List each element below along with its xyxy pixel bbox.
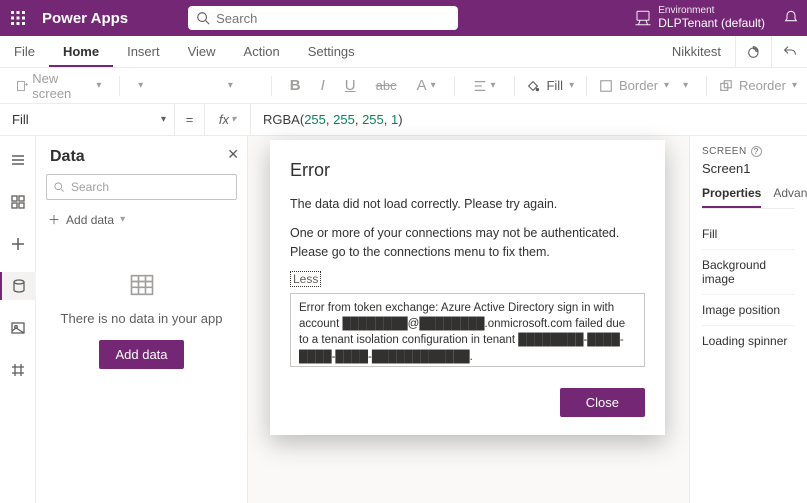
- equals-sign: =: [175, 104, 205, 135]
- data-search-placeholder: Search: [71, 180, 109, 194]
- media-pane-icon[interactable]: [0, 314, 36, 342]
- app-name: Power Apps: [42, 10, 128, 27]
- add-data-label: Add data: [66, 213, 114, 227]
- strikethrough-button[interactable]: abc: [370, 76, 403, 95]
- property-name: Fill: [12, 112, 29, 127]
- reorder-button[interactable]: Reorder ▾: [719, 78, 797, 93]
- table-icon: [46, 271, 237, 299]
- add-data-link[interactable]: ＋ Add data ▾: [46, 208, 237, 231]
- bold-button[interactable]: B: [284, 75, 307, 96]
- environment-icon: [634, 9, 652, 27]
- prop-fill[interactable]: Fill: [702, 219, 795, 250]
- formula-input[interactable]: RGBA(255, 255, 255, 1): [251, 112, 403, 128]
- prop-background-image[interactable]: Background image: [702, 250, 795, 295]
- chevron-down-icon: ▾: [120, 214, 125, 225]
- screen-name[interactable]: Screen1: [702, 161, 795, 176]
- data-search[interactable]: Search: [46, 174, 237, 200]
- chevron-down-icon: ▾: [161, 114, 166, 125]
- reorder-label: Reorder: [739, 78, 786, 93]
- data-panel-title: Data: [50, 148, 237, 166]
- fx-button[interactable]: fx ▾: [205, 104, 251, 135]
- app-launcher-icon[interactable]: [0, 0, 36, 36]
- fx-label: fx: [219, 112, 229, 127]
- underline-button[interactable]: U: [339, 75, 362, 96]
- title-bar: Power Apps Environment DLPTenant (defaul…: [0, 0, 807, 36]
- ribbon: New screen ▾ ▾ ▾ B I U abc A▾ ▾ Fill ▾ B…: [0, 68, 807, 104]
- environment-name: DLPTenant (default): [658, 16, 765, 30]
- border-button[interactable]: Border ▾: [599, 78, 669, 93]
- environment-picker[interactable]: Environment DLPTenant (default): [624, 6, 775, 30]
- tab-advanced[interactable]: Advanced: [773, 186, 807, 208]
- data-empty-state: There is no data in your app Add data: [46, 271, 237, 369]
- menu-bar: File Home Insert View Action Settings Ni…: [0, 36, 807, 68]
- global-search-input[interactable]: [216, 11, 450, 26]
- chevron-down-icon: ▾: [231, 114, 236, 125]
- tab-file[interactable]: File: [0, 36, 49, 67]
- border-label: Border: [619, 78, 658, 93]
- property-selector[interactable]: Fill ▾: [0, 104, 175, 135]
- add-data-button[interactable]: Add data: [99, 340, 183, 369]
- align-button[interactable]: ▾: [467, 77, 502, 95]
- tab-settings[interactable]: Settings: [294, 36, 369, 67]
- global-search[interactable]: [188, 6, 458, 30]
- screen-section-label: SCREEN ?: [702, 146, 795, 157]
- font-color-button[interactable]: A▾: [411, 75, 442, 96]
- add-icon[interactable]: [0, 230, 36, 258]
- prop-loading-spinner[interactable]: Loading spinner: [702, 326, 795, 356]
- fill-button[interactable]: Fill ▾: [526, 78, 574, 93]
- tab-insert[interactable]: Insert: [113, 36, 174, 67]
- formula-bar: Fill ▾ = fx ▾ RGBA(255, 255, 255, 1): [0, 104, 807, 136]
- info-icon[interactable]: ?: [751, 146, 762, 157]
- empty-text: There is no data in your app: [46, 311, 237, 326]
- tab-view[interactable]: View: [174, 36, 230, 67]
- tab-properties[interactable]: Properties: [702, 186, 761, 208]
- plus-icon: ＋: [48, 211, 60, 228]
- insert-pane-icon[interactable]: [0, 188, 36, 216]
- new-screen-label: New screen: [32, 71, 92, 101]
- tools-icon[interactable]: [0, 356, 36, 384]
- properties-panel: SCREEN ? Screen1 Properties Advanced Fil…: [689, 136, 807, 503]
- close-icon[interactable]: ✕: [227, 146, 239, 163]
- left-rail: [0, 136, 36, 503]
- data-panel: ✕ Data Search ＋ Add data ▾ There is no d…: [36, 136, 248, 503]
- font-picker[interactable]: ▾: [132, 78, 214, 93]
- italic-button[interactable]: I: [315, 75, 331, 96]
- fill-label: Fill: [546, 78, 563, 93]
- chevron-down-icon: ▾: [96, 80, 101, 91]
- prop-image-position[interactable]: Image position: [702, 295, 795, 326]
- tab-action[interactable]: Action: [230, 36, 294, 67]
- tab-home[interactable]: Home: [49, 36, 113, 67]
- font-size-picker[interactable]: ▾: [222, 78, 259, 93]
- user-name[interactable]: Nikkitest: [658, 36, 735, 67]
- border-style-button[interactable]: ▾: [677, 78, 694, 93]
- environment-label: Environment: [658, 6, 765, 16]
- notifications-icon[interactable]: [775, 0, 807, 36]
- canvas[interactable]: [248, 136, 689, 503]
- tree-view-icon[interactable]: [0, 146, 36, 174]
- app-checker-icon[interactable]: [735, 36, 771, 67]
- data-pane-icon[interactable]: [0, 272, 36, 300]
- undo-icon[interactable]: [771, 36, 807, 67]
- new-screen-button[interactable]: New screen ▾: [10, 69, 107, 103]
